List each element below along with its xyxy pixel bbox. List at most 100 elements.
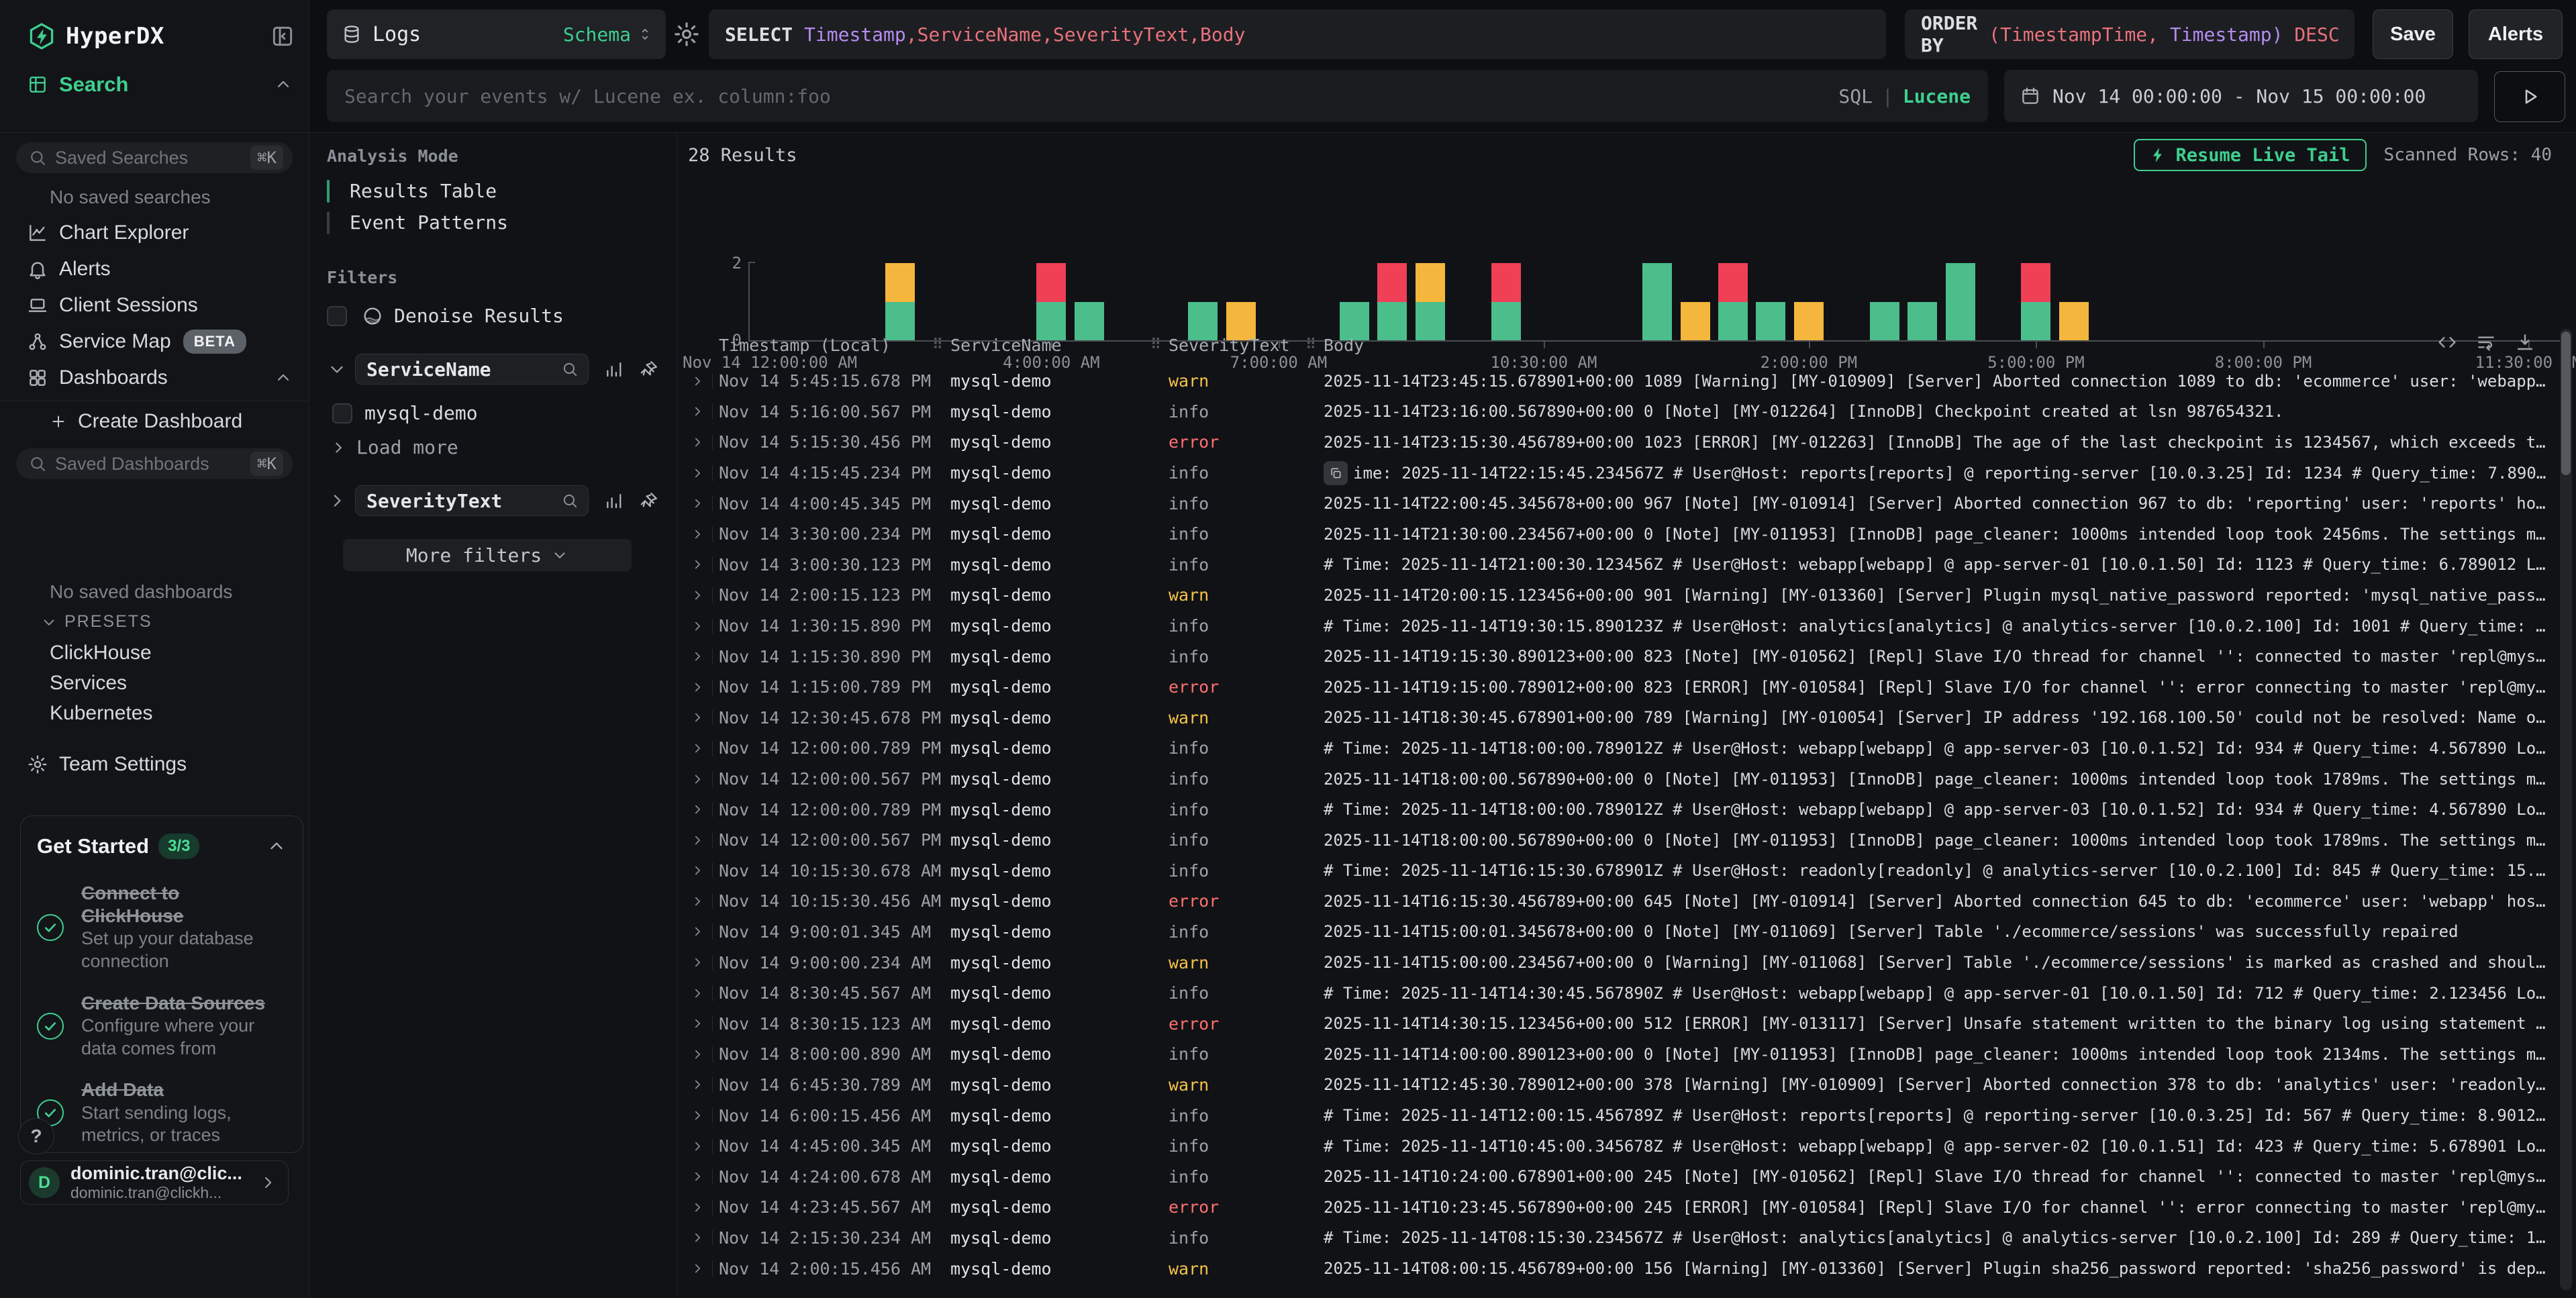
row-expander[interactable] xyxy=(677,703,713,734)
presets-toggle[interactable]: PRESETS xyxy=(40,612,152,632)
table-row[interactable]: Nov 14 4:00:45.345 PMmysql-demoinfo2025-… xyxy=(677,488,2552,519)
row-expander[interactable] xyxy=(677,427,713,458)
chevron-up-icon[interactable] xyxy=(274,75,293,94)
sidebar-item-search[interactable]: Search xyxy=(27,68,293,101)
pin-icon[interactable] xyxy=(639,358,659,380)
events-histogram[interactable]: 20 Nov 14 12:00:00 AM4:00:00 AM7:00:00 A… xyxy=(677,195,2576,310)
table-row[interactable]: Nov 14 4:24:00.678 AMmysql-demoinfo2025-… xyxy=(677,1161,2552,1192)
table-row[interactable]: Nov 14 9:00:01.345 AMmysql-demoinfo2025-… xyxy=(677,917,2552,948)
sidebar-item-dashboards[interactable]: Dashboards xyxy=(0,360,309,396)
table-row[interactable]: Nov 14 12:00:00.789 PMmysql-demoinfo# Ti… xyxy=(677,733,2552,764)
source-select[interactable]: Logs Schema xyxy=(327,9,666,59)
table-row[interactable]: Nov 14 8:30:45.567 AMmysql-demoinfo# Tim… xyxy=(677,978,2552,1009)
table-row[interactable]: Nov 14 1:30:15.890 PMmysql-demoinfo# Tim… xyxy=(677,611,2552,642)
table-row[interactable]: Nov 14 6:00:15.456 AMmysql-demoinfo# Tim… xyxy=(677,1100,2552,1131)
denoise-results-toggle[interactable]: Denoise Results xyxy=(327,305,659,327)
chevron-up-icon[interactable] xyxy=(274,368,293,387)
table-row[interactable]: Nov 14 10:15:30.678 AMmysql-demoinfo# Ti… xyxy=(677,856,2552,887)
sidebar-item-client-sessions[interactable]: Client Sessions xyxy=(0,287,309,323)
mode-lucene-toggle[interactable]: Lucene xyxy=(1903,85,1971,107)
table-row[interactable]: Nov 14 5:15:30.456 PMmysql-demoerror2025… xyxy=(677,427,2552,458)
histogram-bar-error[interactable] xyxy=(1491,263,1521,302)
row-expander[interactable] xyxy=(677,1100,713,1131)
column-header-servicename[interactable]: ⠿ServiceName xyxy=(950,336,1169,355)
table-row[interactable]: Nov 14 5:16:00.567 PMmysql-demoinfo2025-… xyxy=(677,397,2552,428)
table-row[interactable]: Nov 14 4:23:45.567 AMmysql-demoerror2025… xyxy=(677,1192,2552,1223)
preset-item-clickhouse[interactable]: ClickHouse xyxy=(50,638,295,668)
row-expander[interactable] xyxy=(677,580,713,611)
schema-label[interactable]: Schema xyxy=(563,23,631,46)
sidebar-item-service-map[interactable]: Service MapBETA xyxy=(0,323,309,360)
table-row[interactable]: Nov 14 3:00:30.123 PMmysql-demoinfo# Tim… xyxy=(677,550,2552,581)
chevron-right-icon[interactable] xyxy=(327,491,347,511)
row-expander[interactable] xyxy=(677,764,713,795)
scrollbar-track[interactable] xyxy=(2560,329,2572,1290)
download-icon[interactable] xyxy=(2514,332,2536,353)
preset-item-kubernetes[interactable]: Kubernetes xyxy=(50,698,295,728)
servicename-filter-search[interactable]: ServiceName xyxy=(355,354,589,385)
scrollbar-thumb[interactable] xyxy=(2561,332,2571,475)
column-header-timestamp[interactable]: Timestamp (Local) xyxy=(713,336,950,355)
row-expander[interactable] xyxy=(677,1223,713,1254)
run-query-button[interactable] xyxy=(2494,71,2565,122)
row-expander[interactable] xyxy=(677,397,713,428)
help-button[interactable]: ? xyxy=(18,1118,54,1154)
histogram-bar-error[interactable] xyxy=(2021,263,2050,302)
row-expander[interactable] xyxy=(677,856,713,887)
histogram-bar-error[interactable] xyxy=(1036,263,1066,302)
analysis-mode-event-patterns[interactable]: Event Patterns xyxy=(327,207,659,238)
table-row[interactable]: Nov 14 3:30:00.234 PMmysql-demoinfo2025-… xyxy=(677,519,2552,550)
table-row[interactable]: Nov 14 2:00:15.456 AMmysql-demowarn2025-… xyxy=(677,1253,2552,1284)
saved-searches-field[interactable] xyxy=(55,148,250,168)
row-expander[interactable] xyxy=(677,794,713,825)
histogram-bar-warn[interactable] xyxy=(1416,263,1445,302)
row-expander[interactable] xyxy=(677,917,713,948)
wrap-lines-icon[interactable] xyxy=(2475,332,2497,353)
sidebar-item-alerts[interactable]: Alerts xyxy=(0,251,309,287)
event-search-bar[interactable]: SQL | Lucene xyxy=(327,70,1988,122)
save-button[interactable]: Save xyxy=(2373,9,2453,59)
get-started-step-3[interactable]: Add DataStart sending logs,metrics, or t… xyxy=(37,1079,287,1147)
more-filters-button[interactable]: More filters xyxy=(343,539,632,571)
table-row[interactable]: Nov 14 6:45:30.789 AMmysql-demowarn2025-… xyxy=(677,1070,2552,1101)
sidebar-item-team-settings[interactable]: Team Settings xyxy=(27,746,187,783)
table-row[interactable]: Nov 14 4:45:00.345 AMmysql-demoinfo# Tim… xyxy=(677,1131,2552,1162)
row-expander[interactable] xyxy=(677,1192,713,1223)
sidebar-collapse-icon[interactable] xyxy=(270,23,295,49)
row-expander[interactable] xyxy=(677,550,713,581)
drag-handle-icon[interactable]: ⠿ xyxy=(932,337,943,354)
mode-sql-toggle[interactable]: SQL xyxy=(1838,85,1873,107)
severitytext-filter-search[interactable]: SeverityText xyxy=(355,485,589,516)
create-dashboard-button[interactable]: Create Dashboard xyxy=(50,407,242,436)
pin-icon[interactable] xyxy=(639,490,659,511)
code-view-icon[interactable] xyxy=(2436,332,2458,353)
copy-icon[interactable] xyxy=(1324,461,1348,485)
row-expander[interactable] xyxy=(677,947,713,978)
table-row[interactable]: Nov 14 2:00:15.123 PMmysql-demowarn2025-… xyxy=(677,580,2552,611)
chevron-down-icon[interactable] xyxy=(327,359,347,379)
column-header-body[interactable]: ⠿Body xyxy=(1324,336,2552,355)
alerts-button[interactable]: Alerts xyxy=(2469,9,2563,59)
table-row[interactable]: Nov 14 12:30:45.678 PMmysql-demowarn2025… xyxy=(677,703,2552,734)
table-row[interactable]: Nov 14 1:15:00.789 PMmysql-demoerror2025… xyxy=(677,672,2552,703)
histogram-bar-warn[interactable] xyxy=(885,263,915,302)
source-settings-gear-icon[interactable] xyxy=(673,20,701,48)
row-expander[interactable] xyxy=(677,611,713,642)
table-row[interactable]: Nov 14 9:00:00.234 AMmysql-demowarn2025-… xyxy=(677,947,2552,978)
load-more-button[interactable]: Load more xyxy=(330,436,659,458)
histogram-bar-error[interactable] xyxy=(1377,263,1407,302)
bar-chart-icon[interactable] xyxy=(603,358,624,380)
row-expander[interactable] xyxy=(677,488,713,519)
table-row[interactable]: Nov 14 12:00:00.567 PMmysql-demoinfo2025… xyxy=(677,764,2552,795)
user-menu[interactable]: D dominic.tran@clic... dominic.tran@clic… xyxy=(20,1160,289,1205)
row-expander[interactable] xyxy=(677,1253,713,1284)
drag-handle-icon[interactable]: ⠿ xyxy=(1305,337,1316,354)
row-expander[interactable] xyxy=(677,1070,713,1101)
get-started-step-1[interactable]: Connect toClickHouseSet up your database… xyxy=(37,882,287,973)
row-expander[interactable] xyxy=(677,366,713,397)
row-expander[interactable] xyxy=(677,519,713,550)
saved-dashboards-field[interactable] xyxy=(55,454,250,475)
table-row[interactable]: Nov 14 12:00:00.567 PMmysql-demoinfo2025… xyxy=(677,825,2552,856)
table-row[interactable]: Nov 14 5:45:15.678 PMmysql-demowarn2025-… xyxy=(677,366,2552,397)
row-expander[interactable] xyxy=(677,1039,713,1070)
